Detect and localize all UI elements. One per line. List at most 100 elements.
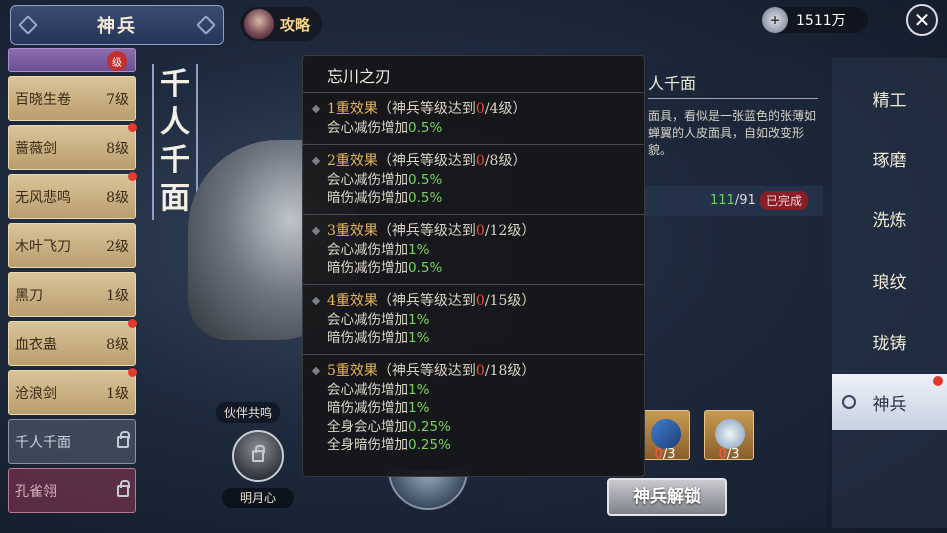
tier-header: 5重效果 （神兵等级达到 0/18级）: [311, 361, 644, 381]
tier-required-level: /4级）: [484, 101, 527, 117]
tier-required-level: /12级）: [484, 222, 536, 239]
scroll-icon: [651, 419, 681, 449]
divider: [648, 98, 818, 99]
weapon-list: 级百晓生卷 7级 蔷薇剑 8级 无风悲鸣 8级 木叶飞刀 2级 黑刀 1级 血衣蛊 8级 沧浪剑 1级 千人…: [8, 48, 137, 517]
tier-required-level: /18级）: [484, 362, 536, 379]
tier-current-level: 0: [475, 222, 485, 239]
effect-tier: 3重效果 （神兵等级达到 0/12级） 会心减伤增加1% 暗伤减伤增加0.5%: [303, 213, 644, 284]
weapon-list-item[interactable]: 蔷薇剑 8级: [8, 123, 137, 170]
tier-header: 1重效果 （神兵等级达到 0/4级）: [311, 99, 644, 119]
effect-text: 暗伤减伤增加: [327, 330, 408, 346]
weapon-list-item[interactable]: 千人千面: [8, 419, 136, 464]
tab-0[interactable]: 精工: [832, 70, 947, 126]
effect-value: 1%: [408, 381, 430, 398]
guide-button[interactable]: 攻略: [240, 7, 322, 41]
effect-tier: 4重效果 （神兵等级达到 0/15级） 会心减伤增加1% 暗伤减伤增加1%: [303, 283, 644, 354]
weapon-level: 1级: [106, 287, 129, 304]
weapon-list-item[interactable]: 百晓生卷 7级: [8, 76, 136, 121]
currency-value: 1511万: [796, 13, 846, 29]
tier-requirement: （神兵等级达到: [377, 362, 476, 379]
progress-total: /91: [734, 193, 756, 208]
weapon-list-item[interactable]: 级: [8, 48, 136, 72]
unlock-weapon-button[interactable]: 神兵解锁: [607, 478, 727, 516]
guide-label: 攻略: [280, 15, 311, 34]
weapon-list-item[interactable]: 木叶飞刀 2级: [8, 223, 136, 268]
tab-label: 精工: [872, 90, 907, 111]
tab-3[interactable]: 琅纹: [832, 252, 947, 308]
tier-name: 1重效果: [327, 101, 378, 117]
tier-required-level: /15级）: [484, 292, 536, 309]
weapon-name: 木叶飞刀: [15, 238, 71, 255]
effect-line: 会心减伤增加0.5%: [313, 171, 644, 190]
tab-4[interactable]: 珑铸: [832, 313, 947, 369]
weapon-list-item[interactable]: 沧浪剑 1级: [8, 368, 137, 415]
effect-line: 暗伤减伤增加0.5%: [313, 189, 644, 208]
weapon-name-char: 千: [160, 143, 190, 178]
effect-text: 暗伤减伤增加: [327, 260, 408, 276]
weapon-level: 7级: [106, 91, 129, 108]
tier-name: 4重效果: [327, 292, 378, 309]
diamond-bullet-icon: [311, 156, 321, 165]
tab-2[interactable]: 洗炼: [832, 190, 947, 246]
diamond-bullet-icon: [311, 226, 321, 235]
page-title: 神兵: [97, 16, 137, 37]
effect-value: 0.5%: [408, 260, 443, 276]
tier-name: 2重效果: [327, 152, 378, 169]
effect-text: 会心减伤增加: [327, 171, 408, 188]
effect-line: 全身会心增加0.25%: [313, 418, 644, 437]
material-slot[interactable]: 0/3: [704, 410, 754, 462]
notification-dot-icon: [128, 172, 137, 181]
tier-current-level: 0: [475, 152, 485, 169]
weapon-name: 千人千面: [15, 434, 71, 451]
notification-dot-icon: [933, 376, 943, 386]
diamond-ornament-icon: [196, 15, 216, 35]
partner-name: 明月心: [222, 488, 294, 508]
effect-line: 暗伤减伤增加1%: [313, 329, 644, 348]
weapon-name: 血衣蛊: [15, 336, 57, 353]
tier-name: 5重效果: [327, 362, 378, 379]
tier-header: 4重效果 （神兵等级达到 0/15级）: [311, 291, 644, 311]
weapon-name: 蔷薇剑: [15, 140, 57, 157]
weapon-level: 8级: [106, 336, 129, 353]
effect-text: 会心减伤增加: [327, 241, 408, 258]
diamond-bullet-icon: [311, 104, 321, 114]
effect-line: 会心减伤增加0.5%: [313, 119, 644, 138]
tier-name: 3重效果: [327, 222, 378, 239]
weapon-level: 8级: [106, 189, 129, 206]
tier-requirement: （神兵等级达到: [377, 222, 476, 239]
tooltip-title: 忘川之刃: [327, 67, 392, 86]
weapon-vertical-name: 千人千面: [152, 64, 198, 220]
effect-value: 0.25%: [408, 418, 451, 435]
weapon-list-item[interactable]: 无风悲鸣 8级: [8, 172, 137, 219]
close-button[interactable]: ✕: [906, 4, 938, 36]
material-count: 0/3: [654, 447, 676, 462]
partner-portrait[interactable]: [232, 430, 284, 482]
weapon-level: 1级: [106, 385, 129, 402]
effect-tier: 2重效果 （神兵等级达到 0/8级） 会心减伤增加0.5% 暗伤减伤增加0.5%: [303, 143, 644, 214]
weapon-list-item[interactable]: 孔雀翎: [8, 468, 136, 513]
effect-tier: 1重效果 （神兵等级达到 0/4级） 会心减伤增加0.5%: [303, 92, 644, 144]
weapon-name: 沧浪剑: [15, 385, 57, 402]
tier-header: 3重效果 （神兵等级达到 0/12级）: [311, 221, 644, 241]
effect-value: 1%: [408, 400, 430, 416]
tab-1[interactable]: 琢磨: [832, 130, 947, 186]
lock-icon: [117, 479, 130, 497]
tab-5[interactable]: 神兵: [832, 374, 947, 430]
effect-line: 会心减伤增加1%: [313, 241, 644, 260]
diamond-bullet-icon: [311, 366, 321, 375]
diamond-bullet-icon: [311, 296, 321, 305]
effect-value: 1%: [408, 241, 430, 258]
notification-dot-icon: [128, 319, 137, 328]
effect-text: 全身暗伤增加: [327, 437, 408, 453]
weapon-list-item[interactable]: 血衣蛊 8级: [8, 319, 137, 366]
currency-display[interactable]: + 1511万: [762, 7, 868, 33]
guide-avatar-icon: [244, 9, 274, 39]
weapon-list-item[interactable]: 黑刀 1级: [8, 272, 136, 317]
effect-value: 0.5%: [408, 120, 443, 136]
effect-line: 会心减伤增加1%: [313, 311, 644, 330]
lock-icon: [117, 430, 130, 448]
effect-value: 0.25%: [408, 437, 451, 453]
effect-value: 0.5%: [408, 171, 443, 188]
material-slot[interactable]: 0/3: [640, 410, 690, 462]
weapon-name-char: 人: [160, 105, 190, 140]
